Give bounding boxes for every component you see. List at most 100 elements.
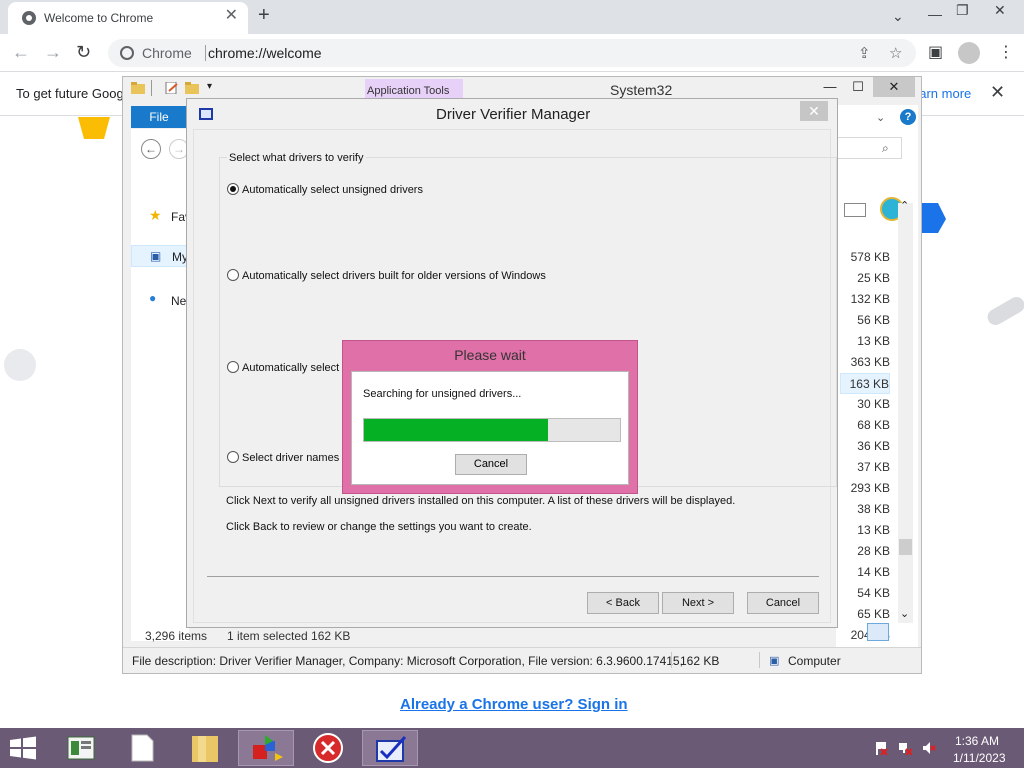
verifier-info-next: Click Next to verify all unsigned driver… <box>226 495 736 507</box>
taskbar-error-app[interactable] <box>300 730 356 766</box>
minimize-button[interactable]: — <box>928 6 942 22</box>
group-label: Select what drivers to verify <box>227 152 366 164</box>
restore-button[interactable]: ❐ <box>956 2 969 19</box>
explorer-caption: System32 <box>610 82 673 98</box>
size-cell[interactable]: 293 KB <box>840 478 890 499</box>
search-progress-bar <box>363 418 621 442</box>
infobar-close-icon[interactable]: ✕ <box>990 82 1005 103</box>
clock-time[interactable]: 1:36 AM <box>955 734 999 748</box>
preview-pane-icon[interactable] <box>844 203 866 217</box>
size-cell[interactable]: 25 KB <box>840 268 890 289</box>
tab-welcome[interactable]: Welcome to Chrome ✕ <box>8 2 248 34</box>
size-cell[interactable]: 163 KB <box>840 373 890 394</box>
size-cell[interactable]: 38 KB <box>840 499 890 520</box>
file-ribbon-tab[interactable]: File <box>131 106 187 128</box>
size-cell[interactable]: 578 KB <box>840 247 890 268</box>
option-select-from-list[interactable]: Select driver names fr <box>227 451 349 464</box>
url-text[interactable]: chrome://welcome <box>208 45 322 61</box>
server-manager-icon <box>67 736 95 760</box>
size-cell[interactable]: 56 KB <box>840 310 890 331</box>
tab-search-icon[interactable]: ⌄ <box>892 8 904 25</box>
please-wait-title: Please wait <box>454 347 526 363</box>
size-cell[interactable]: 68 KB <box>840 415 890 436</box>
size-cell[interactable]: 28 KB <box>840 541 890 562</box>
large-icons-view-icon[interactable] <box>893 623 911 641</box>
size-cell[interactable]: 13 KB <box>840 331 890 352</box>
size-cell[interactable]: 37 KB <box>840 457 890 478</box>
forward-arrow-icon[interactable]: → <box>44 42 62 62</box>
option-label-select-list: Select driver names fr <box>242 452 349 464</box>
explorer-back-icon[interactable]: ← <box>141 139 161 159</box>
share-icon[interactable]: ⇪ <box>858 44 871 62</box>
path-dropdown-icon[interactable]: ⌄ <box>876 111 885 124</box>
folder-icon <box>131 82 145 94</box>
progress-fill <box>364 419 549 441</box>
radio-older[interactable] <box>227 269 239 281</box>
chrome-favicon-icon <box>22 11 36 25</box>
radio-auto-all[interactable] <box>227 361 239 373</box>
nav-item-network[interactable]: Ne <box>171 294 186 308</box>
decorative-circle-icon <box>4 349 36 381</box>
size-cell[interactable]: 363 KB <box>840 352 890 373</box>
size-cell[interactable]: 54 KB <box>840 583 890 604</box>
close-window-button[interactable]: ✕ <box>994 2 1006 19</box>
search-icon: ⌕ <box>882 141 889 155</box>
taskbar-notepad[interactable] <box>114 730 170 766</box>
infobar-message: To get future Goog <box>16 86 124 101</box>
action-center-flag-icon[interactable] <box>874 741 888 755</box>
radio-unsigned[interactable] <box>227 183 239 195</box>
size-cell[interactable]: 30 KB <box>840 394 890 415</box>
verifier-info-back: Click Back to review or change the setti… <box>226 521 532 533</box>
verifier-close-button[interactable]: ✕ <box>800 101 828 121</box>
taskbar-virtual-app[interactable] <box>238 730 294 766</box>
taskbar-driver-verifier[interactable] <box>362 730 418 766</box>
navigation-pane: ← → ★ Fav ▣ My ● Ne <box>131 129 191 641</box>
desc-divider-2 <box>759 652 760 668</box>
sign-in-link[interactable]: Already a Chrome user? Sign in <box>400 696 628 713</box>
scroll-down-icon[interactable]: ⌄ <box>900 607 909 620</box>
bookmark-star-icon[interactable]: ☆ <box>889 44 902 62</box>
clock-date[interactable]: 1/11/2023 <box>953 751 1006 765</box>
tab-close-icon[interactable]: ✕ <box>225 8 238 24</box>
option-unsigned-drivers[interactable]: Automatically select unsigned drivers <box>227 183 423 196</box>
qat-dropdown-icon[interactable]: ▾ <box>207 81 212 92</box>
cancel-button[interactable]: Cancel <box>747 592 819 614</box>
scroll-up-icon[interactable]: ⌃ <box>900 199 909 212</box>
details-view-icon[interactable] <box>867 623 889 641</box>
option-older-windows[interactable]: Automatically select drivers built for o… <box>227 269 546 282</box>
explorer-close-button[interactable]: ✕ <box>873 77 915 97</box>
nav-item-mycomputer-highlight[interactable]: ▣ My <box>131 245 189 267</box>
menu-kebab-icon[interactable]: ⋮ <box>998 42 1014 62</box>
size-cell[interactable]: 65 KB <box>840 604 890 625</box>
size-cell[interactable]: 36 KB <box>840 436 890 457</box>
folder-icon <box>192 736 218 762</box>
side-panel-icon[interactable]: ▣ <box>928 42 943 62</box>
new-folder-icon[interactable] <box>185 82 199 94</box>
size-cell[interactable]: 13 KB <box>840 520 890 541</box>
chrome-toolbar: ← → ↻ Chrome chrome://welcome ⇪ ☆ ▣ ⋮ <box>0 34 1024 72</box>
reload-icon[interactable]: ↻ <box>76 42 91 62</box>
size-cell[interactable]: 14 KB <box>840 562 890 583</box>
option-auto-select-all[interactable]: Automatically select a <box>227 361 348 374</box>
taskbar-file-explorer[interactable] <box>176 730 232 766</box>
size-cell[interactable]: 132 KB <box>840 289 890 310</box>
next-button[interactable]: Next > <box>662 592 734 614</box>
help-icon[interactable]: ? <box>900 109 916 125</box>
new-tab-button[interactable]: + <box>258 5 270 25</box>
verifier-title: Driver Verifier Manager <box>436 106 591 123</box>
network-tray-icon[interactable] <box>898 741 912 755</box>
please-wait-cancel-button[interactable]: Cancel <box>455 454 527 475</box>
search-box[interactable] <box>836 137 902 159</box>
back-button[interactable]: < Back <box>587 592 659 614</box>
properties-icon[interactable] <box>165 82 179 94</box>
scrollbar-thumb[interactable] <box>899 539 912 555</box>
windows-start-icon[interactable] <box>8 736 38 760</box>
verifier-header: Driver Verifier Manager ✕ <box>187 99 837 129</box>
profile-avatar[interactable] <box>958 42 980 64</box>
back-arrow-icon[interactable]: ← <box>12 42 30 62</box>
taskbar-server-manager[interactable] <box>52 730 108 766</box>
address-bar[interactable]: Chrome chrome://welcome ⇪ ☆ <box>108 39 916 67</box>
volume-muted-icon[interactable] <box>922 741 936 755</box>
radio-select-list[interactable] <box>227 451 239 463</box>
explorer-scrollbar[interactable]: ⌃ ⌄ <box>898 200 913 623</box>
